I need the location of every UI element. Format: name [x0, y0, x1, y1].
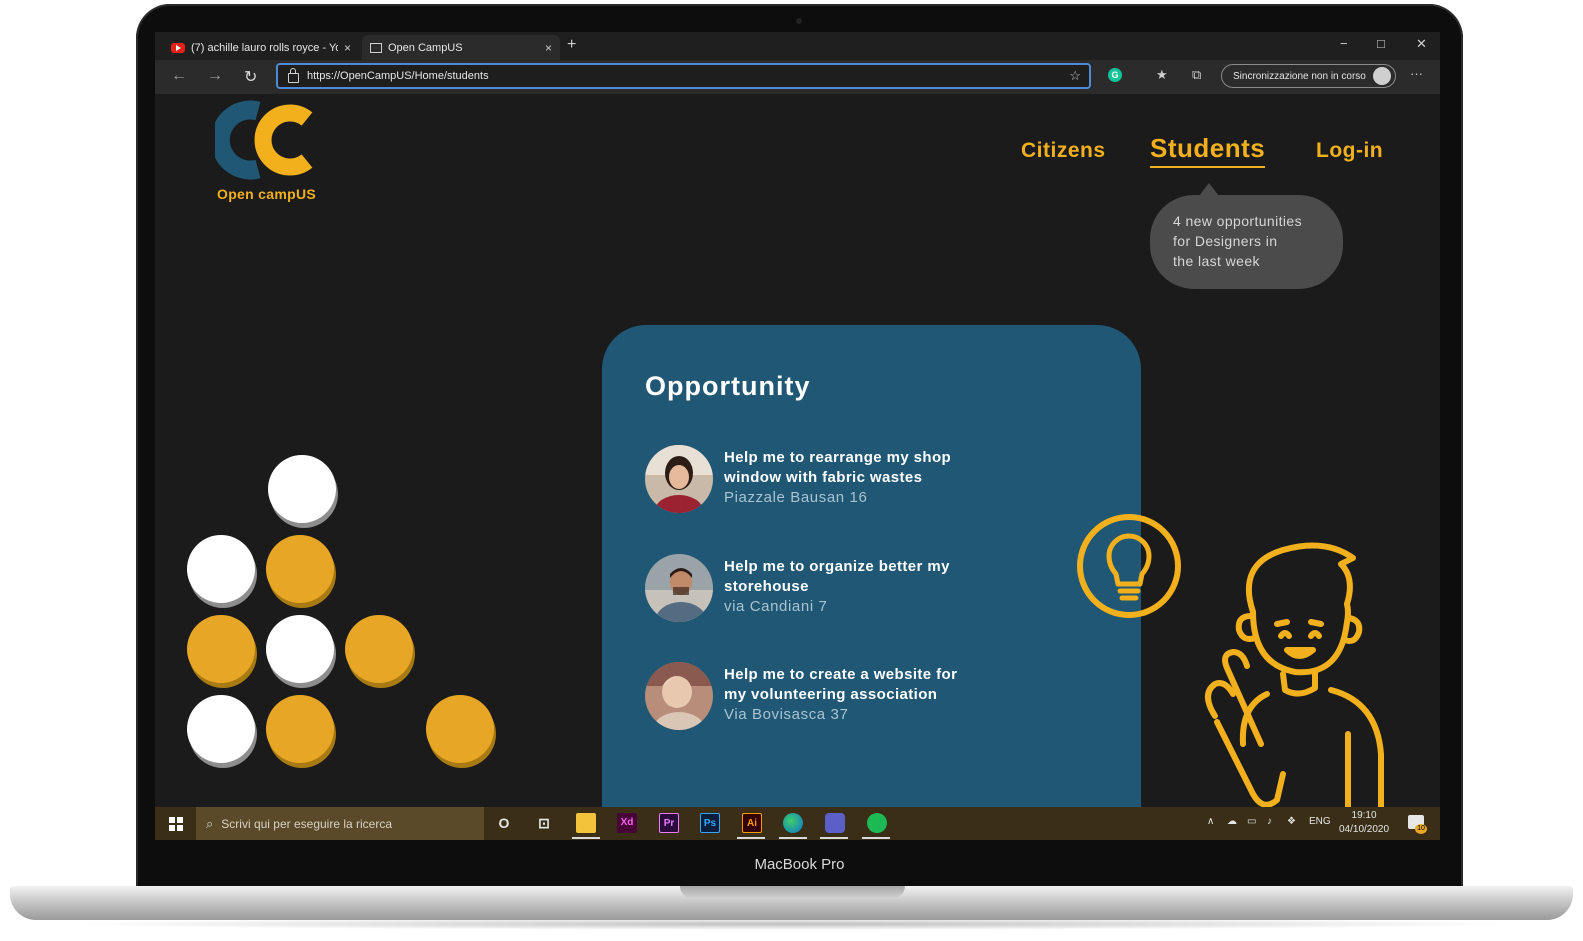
running-indicator	[779, 837, 807, 839]
opportunity-item[interactable]: Help me to rearrange my shop window with…	[645, 445, 1045, 515]
windows-start-icon[interactable]	[169, 817, 183, 831]
forward-button[interactable]: →	[207, 67, 223, 85]
clock-time: 19:10	[1351, 810, 1377, 821]
premiere-pro-icon[interactable]: Pr	[659, 813, 679, 833]
sync-profile-button[interactable]: Sincronizzazione non in corso	[1221, 64, 1396, 88]
dot-group	[187, 455, 496, 768]
battery-icon[interactable]: ▭	[1247, 816, 1256, 827]
collections-icon[interactable]: ⧉	[1192, 67, 1201, 83]
windows-taskbar: ⌕ Scrivi qui per eseguire la ricerca O ⊡…	[155, 807, 1440, 840]
opportunity-card: Opportunity Help me to rearrange my shop…	[602, 325, 1141, 807]
address-text: https://OpenCampUS/Home/students	[307, 70, 489, 82]
card-title: Opportunity	[645, 371, 811, 401]
opportunity-address: Via Bovisasca 37	[724, 706, 849, 723]
title-line: Help me to rearrange my shop	[724, 449, 952, 466]
more-menu-icon[interactable]: ···	[1410, 66, 1423, 81]
student-illustration	[1205, 542, 1384, 807]
lock-icon	[288, 67, 299, 83]
minimize-button[interactable]: −	[1340, 36, 1348, 51]
browser-toolbar: ← → ↻ https://OpenCampUS/Home/students ☆…	[155, 60, 1440, 94]
close-window-button[interactable]: ✕	[1416, 36, 1427, 52]
avatar	[645, 662, 713, 730]
opportunity-item[interactable]: Help me to create a website for my volun…	[645, 662, 1045, 732]
youtube-icon	[171, 42, 185, 53]
task-view-icon[interactable]: ⊡	[534, 813, 554, 833]
back-button[interactable]: ←	[171, 67, 187, 85]
title-line: Help me to organize better my	[724, 558, 950, 575]
spotify-icon[interactable]	[867, 813, 887, 833]
notification-bubble: 4 new opportunities for Designers in the…	[1150, 183, 1343, 289]
tab-label: (7) achille lauro rolls royce - You	[191, 41, 338, 54]
close-tab-icon[interactable]: ×	[545, 41, 552, 55]
avatar	[645, 445, 713, 513]
nav-login[interactable]: Log-in	[1316, 139, 1383, 163]
grammarly-extension-icon[interactable]: G	[1108, 68, 1122, 82]
camera	[796, 18, 802, 24]
running-indicator	[572, 837, 600, 839]
photoshop-icon[interactable]: Ps	[700, 813, 720, 833]
screen: (7) achille lauro rolls royce - You × Op…	[155, 32, 1440, 840]
nav-citizens[interactable]: Citizens	[1021, 139, 1106, 163]
clock-date: 04/10/2020	[1339, 824, 1390, 835]
favorite-star-icon[interactable]: ☆	[1069, 68, 1081, 84]
sync-label: Sincronizzazione non in corso	[1233, 70, 1366, 82]
running-indicator	[820, 837, 848, 839]
teams-icon[interactable]	[825, 813, 845, 833]
adobe-xd-icon[interactable]: Xd	[617, 813, 637, 833]
title-line: storehouse	[724, 578, 809, 595]
laptop-notch	[680, 886, 905, 898]
maximize-button[interactable]: □	[1377, 36, 1385, 51]
profile-avatar	[1373, 67, 1391, 85]
volume-icon[interactable]: ♪	[1267, 816, 1272, 827]
file-explorer-icon[interactable]	[576, 813, 596, 833]
new-tab-button[interactable]: +	[567, 36, 576, 54]
running-indicator	[737, 837, 765, 839]
tab-youtube[interactable]: (7) achille lauro rolls royce - You ×	[163, 35, 359, 60]
address-bar[interactable]: https://OpenCampUS/Home/students ☆	[276, 63, 1091, 89]
notification-count-badge: 10	[1415, 824, 1427, 834]
title-line: window with fabric wastes	[724, 469, 923, 486]
browser-tab-bar: (7) achille lauro rolls royce - You × Op…	[155, 32, 1440, 60]
close-tab-icon[interactable]: ×	[344, 41, 351, 55]
bubble-line: 4 new opportunities	[1173, 213, 1303, 229]
search-icon: ⌕	[206, 815, 214, 831]
edge-browser-icon[interactable]	[783, 813, 803, 833]
cortana-icon[interactable]: O	[494, 813, 514, 833]
tray-chevron-icon[interactable]: ∧	[1207, 816, 1214, 827]
decorative-dots	[187, 455, 496, 768]
opportunity-title: Help me to create a website for my volun…	[724, 665, 984, 705]
page-content: Open campUS Citizens Students Log-in 4 n…	[155, 94, 1440, 807]
title-line: my volunteering association	[724, 686, 938, 703]
title-line: Help me to create a website for	[724, 666, 958, 683]
device-label: MacBook Pro	[754, 856, 845, 873]
dropbox-icon[interactable]: ❖	[1287, 816, 1296, 827]
opportunity-address: Piazzale Bausan 16	[724, 489, 868, 506]
language-indicator[interactable]: ENG	[1309, 816, 1331, 827]
nav-students[interactable]: Students	[1150, 133, 1266, 168]
search-placeholder: Scrivi qui per eseguire la ricerca	[221, 816, 393, 831]
refresh-button[interactable]: ↻	[244, 67, 257, 87]
taskbar-clock[interactable]: 19:10 04/10/2020	[1339, 809, 1389, 837]
opportunity-address: via Candiani 7	[724, 598, 828, 615]
running-indicator	[862, 837, 890, 839]
taskbar-search-box[interactable]: ⌕ Scrivi qui per eseguire la ricerca	[196, 807, 484, 840]
opportunity-title: Help me to organize better my storehouse	[724, 557, 984, 597]
tab-label: Open CampUS	[388, 41, 463, 54]
bubble-line: for Designers in	[1173, 233, 1278, 249]
opportunity-title: Help me to rearrange my shop window with…	[724, 448, 984, 488]
tab-open-campus[interactable]: Open CampUS ×	[362, 35, 560, 60]
opportunity-item[interactable]: Help me to organize better my storehouse…	[645, 554, 1045, 624]
favorites-icon[interactable]: ★	[1156, 67, 1168, 83]
page-icon	[370, 42, 382, 53]
bubble-line: the last week	[1173, 253, 1260, 269]
illustrator-icon[interactable]: Ai	[742, 813, 762, 833]
avatar	[645, 554, 713, 622]
onedrive-cloud-icon[interactable]: ☁	[1227, 816, 1237, 827]
